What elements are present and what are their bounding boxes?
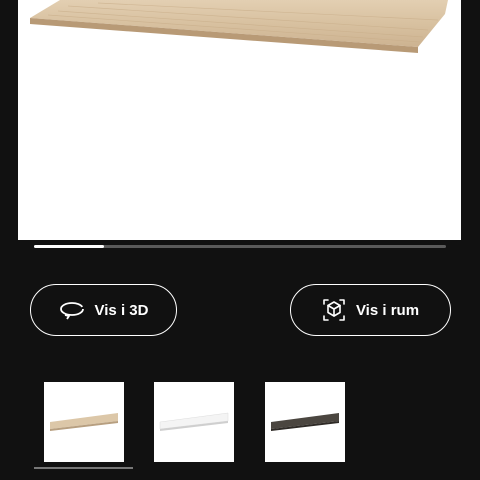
thumbnail-black-brown[interactable] bbox=[265, 382, 345, 462]
product-image[interactable] bbox=[18, 0, 461, 240]
carousel-progress-thumb bbox=[34, 245, 105, 248]
thumbnail-oak-effect[interactable] bbox=[44, 382, 124, 462]
carousel-progress[interactable] bbox=[34, 245, 446, 248]
ar-cube-icon bbox=[322, 298, 346, 322]
tabletop-image bbox=[30, 0, 448, 53]
thumbnail-tabletop-image bbox=[159, 412, 229, 431]
view-in-room-label: Vis i rum bbox=[355, 301, 420, 319]
thumbnail-tabletop-image bbox=[50, 413, 118, 431]
thumbnail-white[interactable] bbox=[154, 382, 234, 462]
rotate-360-icon bbox=[59, 300, 85, 320]
thumbnail-tabletop-image bbox=[271, 413, 339, 431]
selected-thumbnail-indicator bbox=[34, 467, 133, 469]
view-3d-button[interactable]: Vis i 3D bbox=[30, 284, 177, 336]
view-in-room-button[interactable]: Vis i rum bbox=[290, 284, 451, 336]
view-3d-label: Vis i 3D bbox=[94, 301, 149, 319]
